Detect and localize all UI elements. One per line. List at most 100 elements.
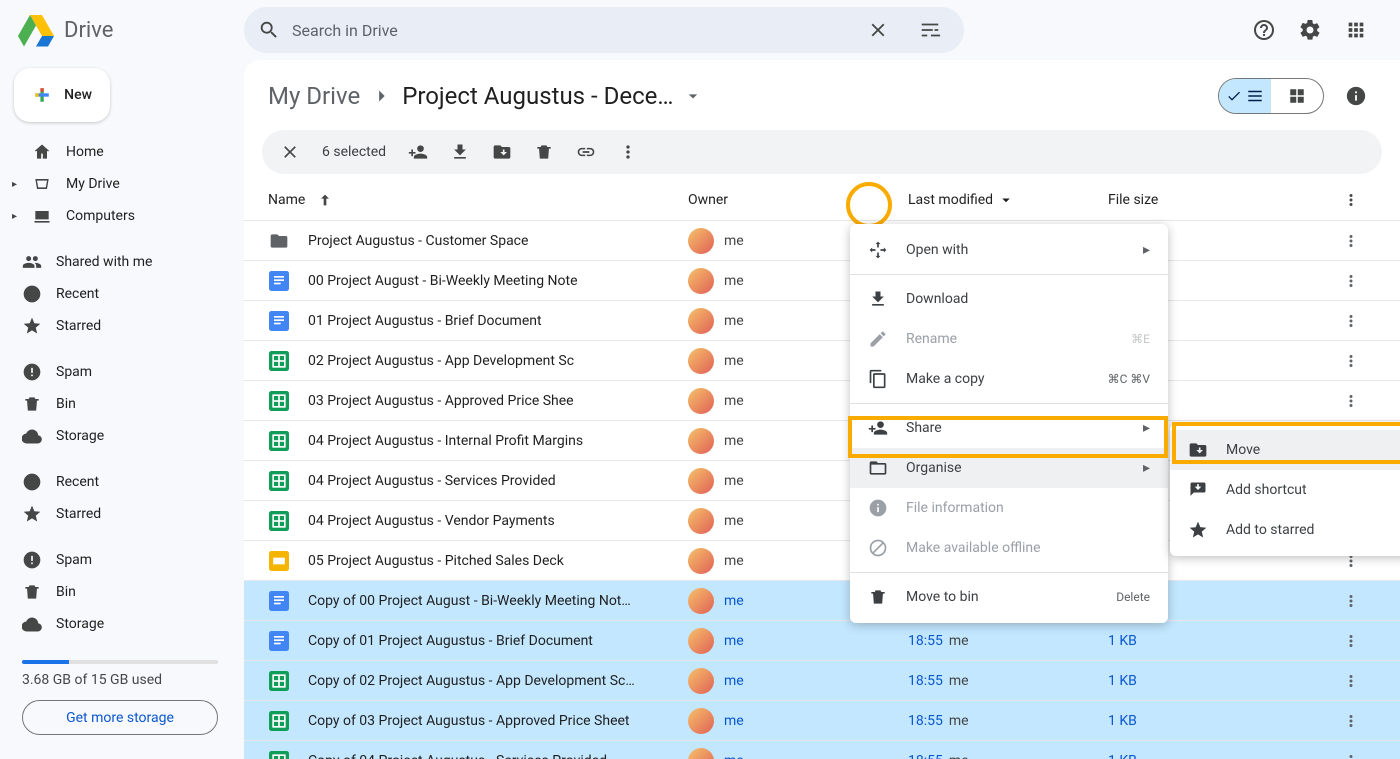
- grid-view-button[interactable]: [1271, 79, 1323, 113]
- menu-open-with[interactable]: Open with▸: [850, 230, 1168, 270]
- submenu-add-shortcut[interactable]: Add shortcut^⌘R: [1170, 470, 1400, 510]
- modified-cell: 18:55me: [908, 633, 1108, 649]
- sidebar-item-storage-2[interactable]: Storage: [8, 608, 232, 640]
- settings-icon[interactable]: [1290, 10, 1330, 50]
- search-options-icon[interactable]: [910, 10, 950, 50]
- sidebar-item-spam-2[interactable]: Spam: [8, 544, 232, 576]
- row-more-button[interactable]: [1342, 392, 1382, 410]
- file-name: Project Augustus - Customer Space: [308, 233, 688, 249]
- file-row[interactable]: 03 Project Augustus - Approved Price She…: [244, 380, 1400, 420]
- row-more-button[interactable]: [1342, 672, 1382, 690]
- submenu-add-starred[interactable]: Add to starred⌥⌘S: [1170, 510, 1400, 550]
- row-more-button[interactable]: [1342, 272, 1382, 290]
- sidebar-item-recent-2[interactable]: Recent: [8, 466, 232, 498]
- sidebar-item-label: Shared with me: [56, 254, 152, 270]
- breadcrumb-root[interactable]: My Drive: [268, 82, 360, 110]
- submenu-move[interactable]: Move⌥⌘M: [1170, 430, 1400, 470]
- avatar: [688, 508, 714, 534]
- sheets-icon: [268, 430, 290, 452]
- file-row[interactable]: Copy of 01 Project Augustus - Brief Docu…: [244, 620, 1400, 660]
- help-icon[interactable]: [1244, 10, 1284, 50]
- sidebar-item-spam[interactable]: Spam: [8, 356, 232, 388]
- sidebar-item-starred-2[interactable]: Starred: [8, 498, 232, 530]
- organise-submenu: Move⌥⌘M Add shortcut^⌘R Add to starred⌥⌘…: [1170, 424, 1400, 556]
- sidebar-item-starred[interactable]: Starred: [8, 310, 232, 342]
- col-size[interactable]: File size: [1108, 192, 1158, 208]
- cloud-icon: [22, 426, 42, 446]
- modified-time: 18:55: [908, 633, 943, 649]
- modified-cell: 18:55me: [908, 673, 1108, 689]
- file-row[interactable]: Copy of 02 Project Augustus - App Develo…: [244, 660, 1400, 700]
- sidebar-item-label: Bin: [56, 396, 76, 412]
- row-more-button[interactable]: [1342, 632, 1382, 650]
- folder-icon: [268, 230, 290, 252]
- search-bar[interactable]: [244, 7, 964, 53]
- file-name: Copy of 01 Project Augustus - Brief Docu…: [308, 633, 688, 649]
- menu-download[interactable]: Download: [850, 279, 1168, 319]
- avatar: [688, 668, 714, 694]
- col-owner[interactable]: Owner: [688, 192, 728, 208]
- column-options-button[interactable]: [1342, 191, 1382, 209]
- file-name: 04 Project Augustus - Vendor Payments: [308, 513, 688, 529]
- file-row[interactable]: Project Augustus - Customer Spaceme0me—: [244, 220, 1400, 260]
- info-icon[interactable]: [1336, 76, 1376, 116]
- move-button[interactable]: [484, 134, 520, 170]
- submenu-arrow-icon: ▸: [1143, 420, 1150, 436]
- share-button[interactable]: [400, 134, 436, 170]
- deselect-button[interactable]: [272, 134, 308, 170]
- owner-text: me: [724, 593, 744, 609]
- sidebar-item-my-drive[interactable]: ▸My Drive: [8, 168, 232, 200]
- file-row[interactable]: Copy of 04 Project Augustus - Services P…: [244, 740, 1400, 759]
- file-row[interactable]: Copy of 00 Project August - Bi-Weekly Me…: [244, 580, 1400, 620]
- file-row[interactable]: 00 Project August - Bi-Weekly Meeting No…: [244, 260, 1400, 300]
- owner-text: me: [724, 553, 744, 569]
- row-more-button[interactable]: [1342, 352, 1382, 370]
- sidebar-item-label: My Drive: [66, 176, 120, 192]
- row-more-button[interactable]: [1342, 752, 1382, 759]
- breadcrumb-dropdown-icon[interactable]: [683, 86, 703, 106]
- col-name[interactable]: Name: [268, 192, 305, 208]
- file-row[interactable]: 01 Project Augustus - Brief Documentme1m…: [244, 300, 1400, 340]
- row-more-button[interactable]: [1342, 712, 1382, 730]
- new-button[interactable]: New: [14, 68, 110, 122]
- sidebar-item-label: Computers: [66, 208, 135, 224]
- apps-icon[interactable]: [1336, 10, 1376, 50]
- modified-time: 18:55: [908, 713, 943, 729]
- sidebar-item-home[interactable]: Home: [8, 136, 232, 168]
- sidebar-item-storage[interactable]: Storage: [8, 420, 232, 452]
- col-modified[interactable]: Last modified: [908, 192, 993, 208]
- sidebar-item-recent[interactable]: Recent: [8, 278, 232, 310]
- file-row[interactable]: Copy of 03 Project Augustus - Approved P…: [244, 700, 1400, 740]
- row-more-button[interactable]: [1342, 232, 1382, 250]
- row-more-button[interactable]: [1342, 592, 1382, 610]
- menu-share[interactable]: Share▸: [850, 408, 1168, 448]
- search-input[interactable]: [292, 21, 846, 40]
- dropdown-icon[interactable]: [997, 191, 1015, 209]
- avatar: [688, 428, 714, 454]
- menu-move-to-bin[interactable]: Move to binDelete: [850, 577, 1168, 617]
- download-button[interactable]: [442, 134, 478, 170]
- sidebar-item-shared[interactable]: Shared with me: [8, 246, 232, 278]
- sidebar-item-label: Starred: [56, 506, 101, 522]
- modified-cell: 18:55me: [908, 713, 1108, 729]
- sidebar-item-computers[interactable]: ▸Computers: [8, 200, 232, 232]
- row-more-button[interactable]: [1342, 312, 1382, 330]
- get-storage-button[interactable]: Get more storage: [22, 700, 218, 735]
- menu-make-copy[interactable]: Make a copy⌘C ⌘V: [850, 359, 1168, 399]
- avatar: [688, 268, 714, 294]
- selection-count: 6 selected: [322, 144, 386, 160]
- avatar: [688, 228, 714, 254]
- clear-search-icon[interactable]: [858, 10, 898, 50]
- list-view-button[interactable]: [1219, 79, 1271, 113]
- menu-organise[interactable]: Organise▸: [850, 448, 1168, 488]
- link-button[interactable]: [568, 134, 604, 170]
- delete-button[interactable]: [526, 134, 562, 170]
- breadcrumb-current[interactable]: Project Augustus - Dece…: [402, 82, 673, 110]
- more-actions-button[interactable]: [610, 134, 646, 170]
- sidebar-item-bin-2[interactable]: Bin: [8, 576, 232, 608]
- sidebar-item-bin[interactable]: Bin: [8, 388, 232, 420]
- file-row[interactable]: 02 Project Augustus - App Development Sc…: [244, 340, 1400, 380]
- sort-arrow-up-icon[interactable]: [317, 192, 333, 208]
- file-name: 05 Project Augustus - Pitched Sales Deck: [308, 553, 688, 569]
- file-name: 03 Project Augustus - Approved Price She…: [308, 393, 688, 409]
